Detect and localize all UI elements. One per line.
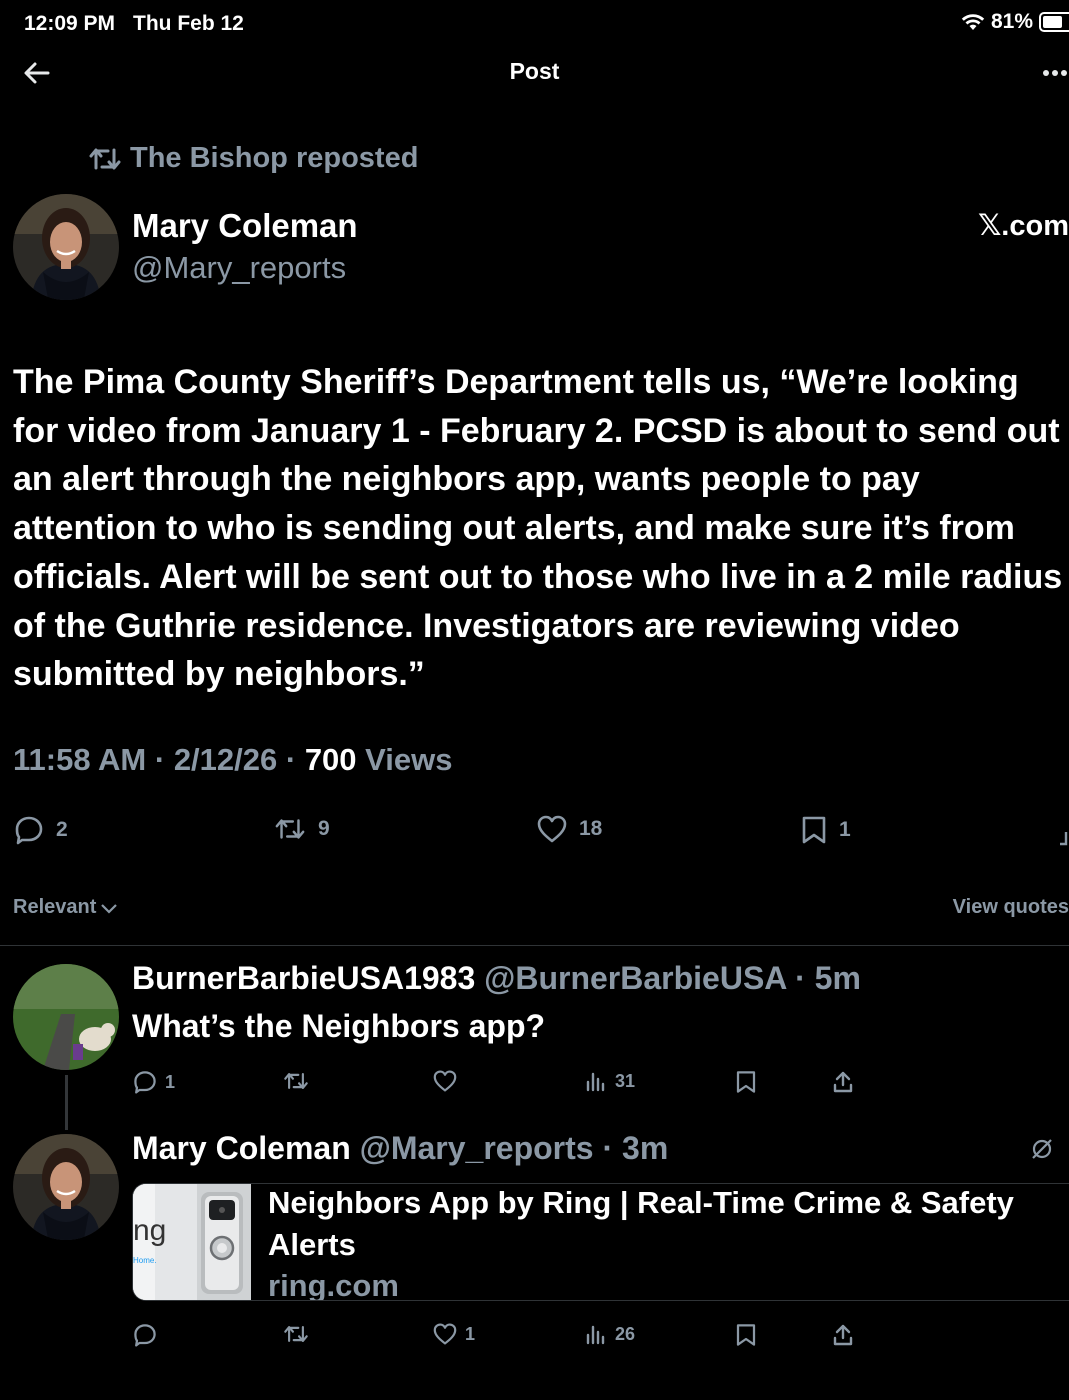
reply-like-button[interactable] — [433, 1070, 457, 1092]
view-quotes-link[interactable]: View quotes — [953, 896, 1069, 919]
thumb-text: ng — [133, 1214, 167, 1247]
reply-bookmark-button[interactable] — [735, 1070, 757, 1094]
post-text: The Pima County Sheriff’s Department tel… — [13, 363, 1063, 694]
reply-reply-button[interactable] — [133, 1323, 157, 1347]
author-avatar[interactable] — [13, 194, 119, 300]
thumb-subtext: Home. — [133, 1256, 157, 1265]
chevron-down-icon — [101, 903, 118, 914]
reply-header: Mary Coleman @Mary_reports · 3m — [132, 1130, 669, 1166]
wifi-icon — [961, 14, 985, 30]
like-count: 18 — [579, 817, 603, 840]
like-icon — [433, 1070, 457, 1092]
battery-level — [1043, 16, 1063, 28]
reply-views-button[interactable]: 26 — [585, 1323, 635, 1345]
page-title: Post — [509, 58, 560, 84]
reply-icon — [134, 1071, 156, 1094]
repost-label: The Bishop reposted — [130, 142, 419, 174]
post-date: 2/12/26 — [173, 742, 278, 777]
link-card[interactable]: ng Home. Neighbors App by Ring | Real-Ti… — [132, 1183, 1069, 1301]
link-title: Neighbors App by Ring | Real-Time Crime … — [268, 1185, 1014, 1262]
grok-button[interactable] — [1030, 1137, 1054, 1161]
source-badge: 𝕏.com — [977, 210, 1069, 242]
reply-icon — [15, 816, 43, 845]
reply-share-button[interactable] — [832, 1070, 854, 1094]
reply-repost-button[interactable] — [283, 1323, 309, 1345]
share-icon — [833, 1071, 853, 1093]
reply-time: 5m — [814, 960, 861, 996]
post-meta: 11:58 AM · 2/12/26 · 700 Views — [13, 742, 453, 777]
views-icon — [586, 1325, 605, 1345]
bookmark-button[interactable]: 1 — [801, 815, 851, 845]
reply-count: 2 — [56, 818, 68, 841]
views-icon — [586, 1072, 605, 1092]
divider — [0, 945, 1069, 946]
reply-views-count: 31 — [615, 1070, 636, 1091]
repost-icon — [284, 1326, 308, 1342]
repost-icon — [275, 819, 305, 839]
more-button[interactable] — [1041, 66, 1069, 80]
reply-views-count: 26 — [615, 1323, 636, 1344]
post-time: 11:58 AM — [13, 742, 147, 777]
battery-icon — [1039, 12, 1069, 32]
reply-icon — [134, 1324, 156, 1347]
grok-icon — [1032, 1139, 1052, 1159]
reply-header: BurnerBarbieUSA1983 @BurnerBarbieUSA · 5… — [132, 960, 861, 996]
like-icon — [433, 1323, 457, 1345]
repost-button[interactable]: 9 — [274, 815, 330, 843]
status-indicators: 81% — [961, 10, 1069, 34]
bookmark-icon — [736, 1324, 756, 1346]
reply-like-count: 1 — [465, 1323, 476, 1344]
reply-text: What’s the Neighbors app? — [132, 1008, 546, 1044]
reply-repost-button[interactable] — [283, 1070, 309, 1092]
thread-line — [65, 1075, 68, 1130]
views-count: 700 — [304, 742, 357, 777]
reply-avatar[interactable] — [13, 1134, 119, 1240]
share-icon — [1060, 832, 1068, 846]
battery-percent: 81% — [990, 10, 1033, 33]
repost-count: 9 — [318, 817, 330, 840]
bookmark-icon — [736, 1071, 756, 1093]
more-icon — [1043, 70, 1067, 76]
reply-time: 3m — [622, 1130, 669, 1166]
repost-indicator[interactable]: The Bishop reposted — [88, 142, 418, 175]
views-label: Views — [365, 742, 453, 777]
like-button[interactable]: 18 — [537, 815, 602, 843]
reply-author-handle[interactable]: @BurnerBarbieUSA — [484, 960, 786, 996]
reply-like-button[interactable]: 1 — [433, 1323, 475, 1345]
share-button[interactable] — [1060, 832, 1069, 846]
status-time: 12:09 PM — [24, 12, 116, 35]
link-thumbnail: ng Home. — [133, 1184, 251, 1300]
reply-author-name[interactable]: BurnerBarbieUSA1983 — [132, 960, 475, 996]
reply-views-button[interactable]: 31 — [585, 1070, 635, 1092]
link-domain: ring.com — [268, 1268, 399, 1301]
author-name[interactable]: Mary Coleman — [132, 207, 358, 245]
reply-share-button[interactable] — [832, 1323, 854, 1347]
bookmark-count: 1 — [839, 818, 851, 841]
reply-author-name[interactable]: Mary Coleman — [132, 1130, 351, 1166]
reply-reply-count: 1 — [165, 1071, 176, 1092]
like-icon — [537, 815, 567, 843]
share-icon — [833, 1324, 853, 1346]
reply-author-handle[interactable]: @Mary_reports — [360, 1130, 594, 1166]
reply-reply-button[interactable]: 1 — [133, 1070, 175, 1094]
repost-icon — [89, 148, 121, 169]
status-date: Thu Feb 12 — [133, 12, 244, 35]
sort-dropdown[interactable]: Relevant — [13, 896, 118, 919]
sort-label: Relevant — [13, 896, 97, 918]
reply-avatar[interactable] — [13, 964, 119, 1070]
bookmark-icon — [802, 816, 826, 844]
author-handle[interactable]: @Mary_reports — [132, 250, 346, 286]
repost-icon — [284, 1073, 308, 1089]
reply-bookmark-button[interactable] — [735, 1323, 757, 1347]
reply-button[interactable]: 2 — [14, 815, 68, 845]
